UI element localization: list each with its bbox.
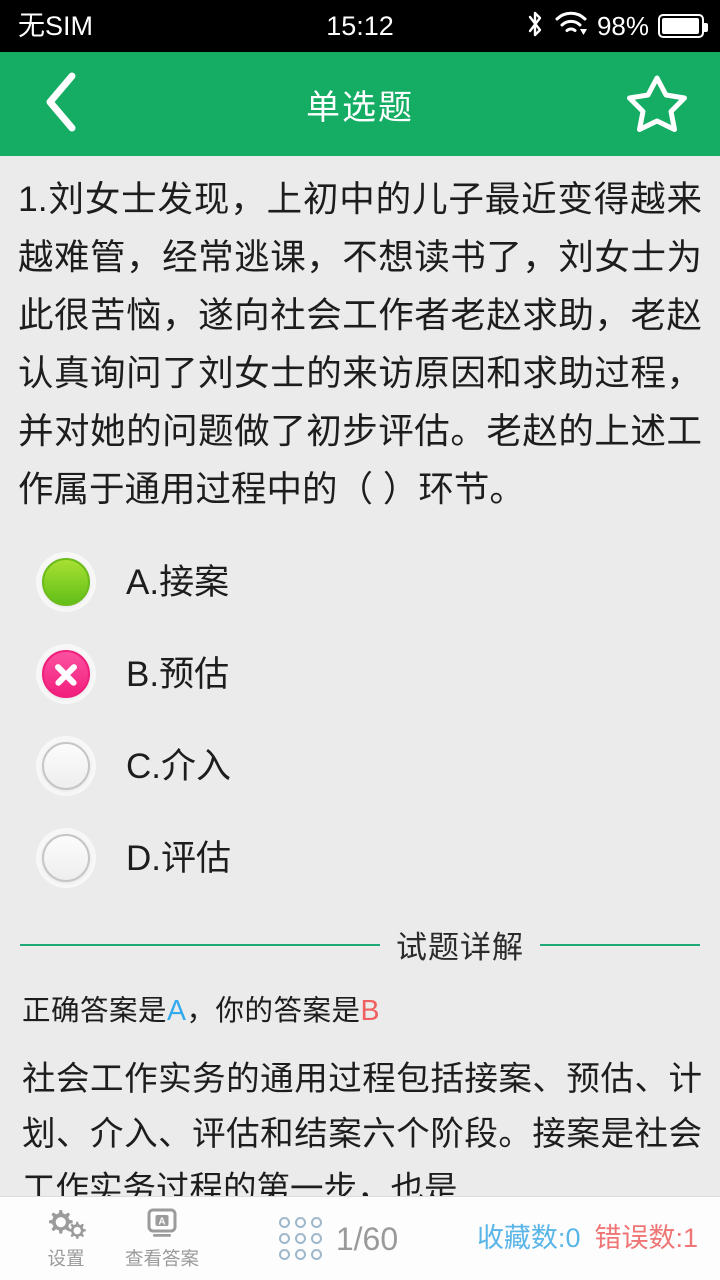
page-title: 单选题 [306, 88, 414, 127]
divider-rule-left [20, 943, 380, 946]
option-marker-empty-icon [42, 834, 90, 882]
back-button[interactable] [28, 71, 94, 137]
page-indicator: 1/60 [335, 1220, 399, 1257]
bottom-toolbar: 设置 A 查看答案 1/60 收藏数:0 错误数:1 [0, 1196, 720, 1280]
view-answer-button[interactable]: A 查看答案 [114, 1208, 210, 1269]
error-count-badge: 错误数:1 [594, 1223, 698, 1253]
option-row-b[interactable]: B.预估 [18, 628, 702, 720]
dot-grid-icon [278, 1217, 322, 1260]
bluetooth-icon [525, 9, 545, 44]
star-outline-icon [626, 72, 688, 137]
favorite-count-badge: 收藏数:0 [476, 1223, 581, 1253]
option-marker-correct-icon [42, 558, 90, 606]
settings-button[interactable]: 设置 [18, 1208, 114, 1269]
question-grid-button[interactable]: 1/60 [200, 1217, 477, 1260]
battery-percent-label: 98% [596, 11, 649, 41]
chevron-left-icon [41, 71, 81, 138]
correct-answer-letter: A [167, 995, 187, 1027]
status-indicators: 98% [525, 9, 708, 44]
question-text: 1.刘女士发现，上初中的儿子最近变得越来越难管，经常逃课，不想读书了，刘女士为此… [18, 179, 702, 509]
option-label-c: C.介入 [126, 746, 232, 786]
settings-label: 设置 [47, 1248, 85, 1270]
option-row-c[interactable]: C.介入 [18, 720, 702, 812]
option-marker-wrong-icon [42, 650, 90, 698]
svg-text:A: A [158, 1217, 165, 1228]
wifi-icon [554, 10, 588, 43]
option-row-d[interactable]: D.评估 [18, 812, 702, 904]
option-label-a: A.接案 [126, 562, 230, 602]
view-answer-label: 查看答案 [124, 1248, 199, 1270]
carrier-label: 无SIM [18, 10, 94, 41]
divider-rule-right [540, 943, 700, 946]
screen-a-icon: A [140, 1208, 184, 1247]
answer-prefix-label: 正确答案是 [22, 995, 168, 1027]
gears-icon [43, 1208, 89, 1247]
explanation-divider: 试题详解 [18, 922, 702, 967]
battery-icon [658, 14, 708, 38]
explanation-title: 试题详解 [396, 930, 524, 965]
explanation-body: 社会工作实务的通用过程包括接案、预估、计划、介入、评估和结案六个阶段。接案是社会… [22, 1060, 702, 1197]
option-label-b: B.预估 [126, 654, 230, 694]
question-content-area: 1.刘女士发现，上初中的儿子最近变得越来越难管，经常逃课，不想读书了，刘女士为此… [0, 156, 720, 1196]
option-row-a[interactable]: A.接案 [18, 536, 702, 628]
status-bar: 无SIM 15:12 98% [0, 0, 720, 52]
favorite-button[interactable] [624, 71, 690, 137]
options-list: A.接案 B.预估 C.介入 D.评估 [18, 536, 702, 904]
answer-middle-label: ，你的答案是 [186, 995, 361, 1027]
answer-summary: 正确答案是A，你的答案是B [18, 997, 702, 1026]
app-header: 单选题 [0, 52, 720, 156]
stats-group: 收藏数:0 错误数:1 [477, 1225, 706, 1252]
your-answer-letter: B [360, 995, 381, 1027]
option-marker-empty-icon [42, 742, 90, 790]
option-label-d: D.评估 [126, 838, 232, 878]
